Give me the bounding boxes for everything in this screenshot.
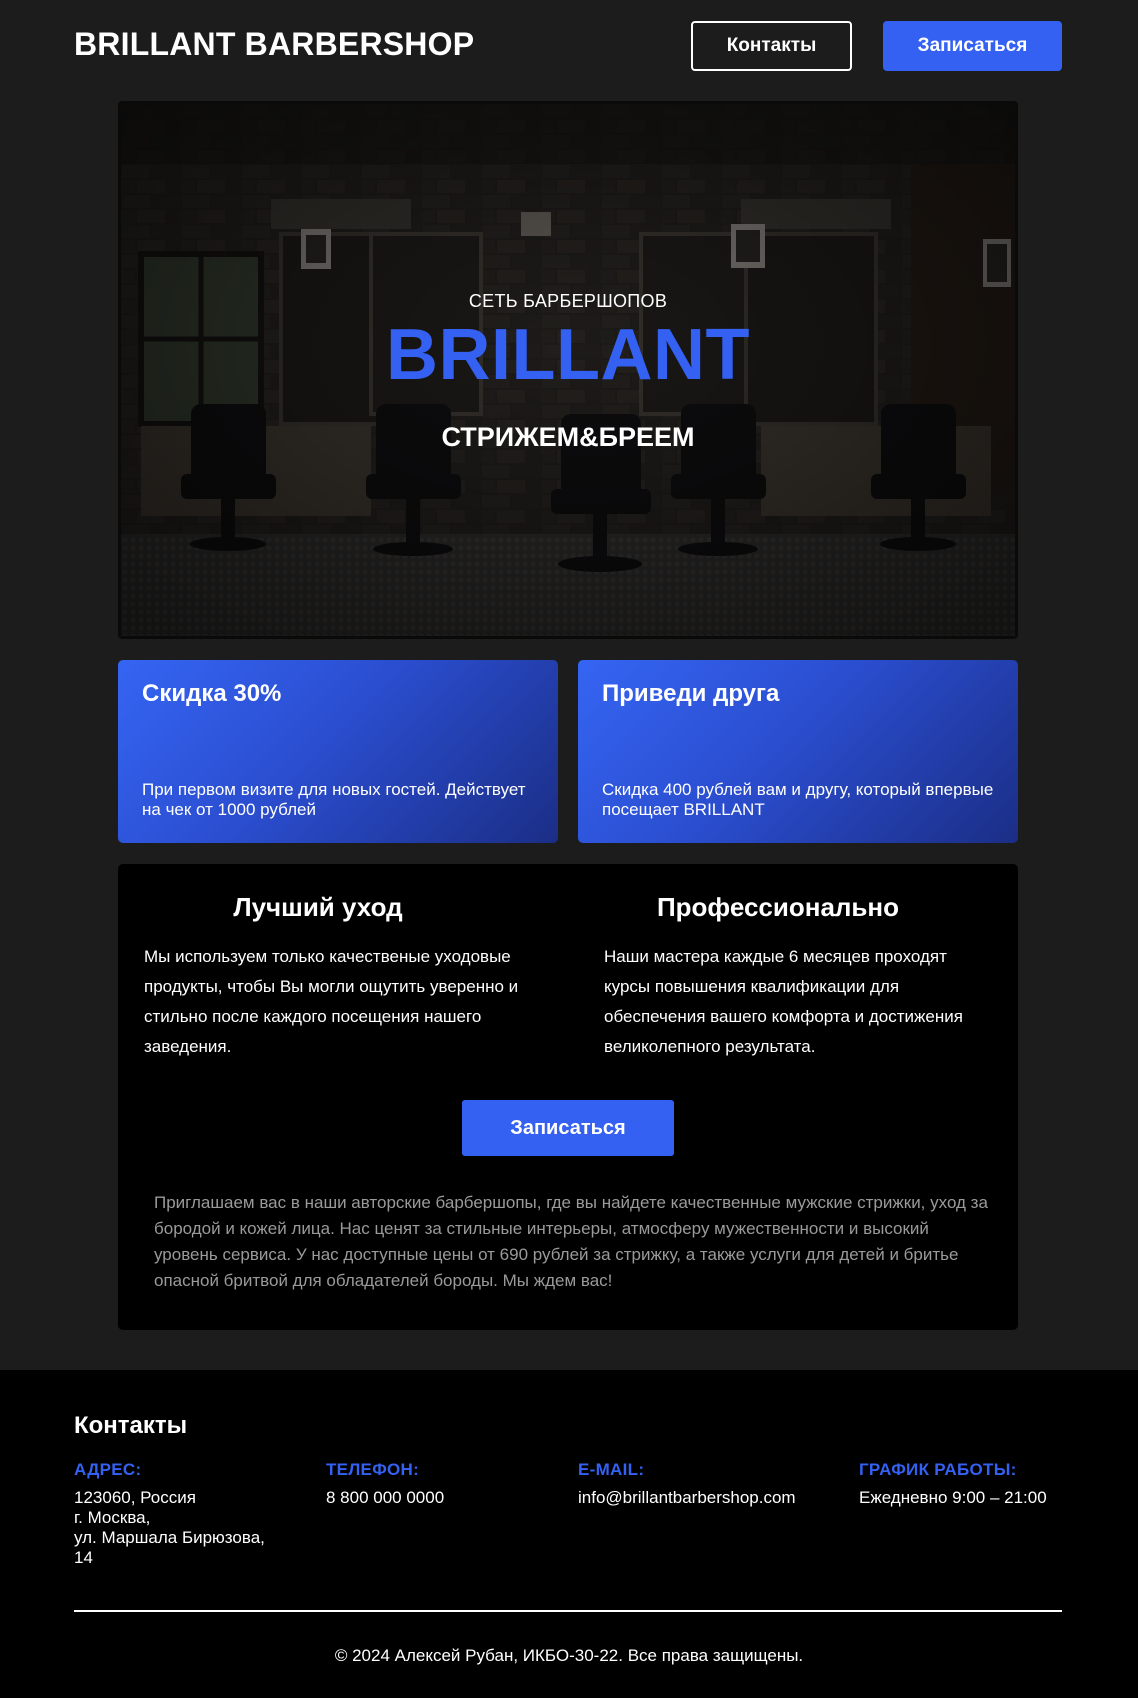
contacts-button[interactable]: Контакты [691, 21, 852, 71]
promo-card-referral: Приведи друга Скидка 400 рублей вам и др… [578, 660, 1018, 843]
address-value: 123060, Россия г. Москва, ул. Маршала Би… [74, 1488, 265, 1567]
footer-divider [74, 1610, 1062, 1612]
hero-tagline: СТРИЖЕМ&БРЕЕМ [441, 422, 695, 452]
feature-text: Наши мастера каждые 6 месяцев проходят к… [604, 947, 963, 1056]
feature-title: Профессионально [656, 892, 899, 922]
promo-text: Скидка 400 рублей вам и другу, который в… [602, 780, 994, 819]
phone-label: ТЕЛЕФОН: [326, 1460, 420, 1479]
hero-subtitle: СЕТЬ БАРБЕРШОПОВ [468, 291, 668, 311]
email-label: E-MAIL: [578, 1460, 645, 1479]
promo-card-discount: Скидка 30% При первом визите для новых г… [118, 660, 558, 843]
site-logo[interactable]: BRILLANT BARBERSHOP [74, 26, 474, 63]
copyright: © 2024 Алексей Рубан, ИКБО-30-22. Все пр… [334, 1646, 804, 1665]
feature-title: Лучший уход [233, 892, 403, 922]
about-description: Приглашаем вас в наши авторские барбершо… [154, 1193, 988, 1290]
promo-title: Приведи друга [602, 680, 780, 707]
hero-title: BRILLANT [386, 315, 750, 395]
promo-title: Скидка 30% [142, 680, 282, 707]
features-panel: Лучший уход Мы используем только качеств… [118, 864, 1018, 1330]
email-value[interactable]: info@brillantbarbershop.com [578, 1488, 796, 1508]
phone-value[interactable]: 8 800 000 0000 [326, 1488, 444, 1508]
footer-hours: ГРАФИК РАБОТЫ: Ежедневно 9:00 – 21:00 [859, 1460, 1047, 1508]
hours-label: ГРАФИК РАБОТЫ: [859, 1460, 1017, 1479]
footer-address: АДРЕС: 123060, Россия г. Москва, ул. Мар… [74, 1460, 265, 1568]
footer-email: E-MAIL: info@brillantbarbershop.com [578, 1460, 796, 1508]
hero-banner: СЕТЬ БАРБЕРШОПОВ BRILLANT СТРИЖЕМ&БРЕЕМ [118, 101, 1018, 639]
site-header: BRILLANT BARBERSHOP Контакты Записаться [0, 0, 1138, 92]
feature-text: Мы используем только качественые уходовы… [144, 947, 519, 1056]
promo-text: При первом визите для новых гостей. Дейс… [142, 780, 526, 819]
hours-value: Ежедневно 9:00 – 21:00 [859, 1488, 1047, 1507]
footer-title: Контакты [74, 1412, 188, 1439]
address-label: АДРЕС: [74, 1460, 142, 1479]
footer-phone: ТЕЛЕФОН: 8 800 000 0000 [326, 1460, 444, 1508]
signup-button[interactable]: Записаться [883, 21, 1062, 71]
signup-button-main[interactable]: Записаться [462, 1100, 674, 1156]
site-footer: Контакты АДРЕС: 123060, Россия г. Москва… [0, 1370, 1138, 1698]
